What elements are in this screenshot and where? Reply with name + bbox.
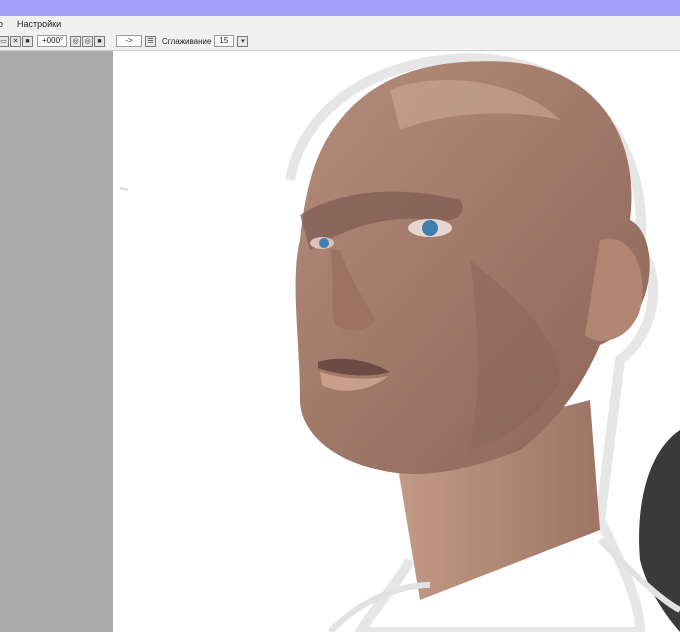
smoothing-dropdown-button[interactable]: ▾ (237, 35, 249, 47)
rotate-right-icon: ◎ (84, 37, 91, 45)
smoothing-label: Сглаживание (162, 36, 212, 46)
rotate-left-button[interactable]: ◎ (70, 35, 81, 47)
chevron-down-icon: ▾ (241, 37, 245, 45)
drawing-canvas[interactable] (113, 51, 680, 632)
fit-icon: ✕ (12, 37, 19, 45)
menu-item-partial[interactable]: о (0, 16, 9, 32)
actual-size-button[interactable]: ■ (22, 35, 33, 47)
window-titlebar (0, 0, 680, 16)
rotate-right-button[interactable]: ◎ (82, 35, 93, 47)
flip-icon: ▭ (0, 37, 7, 45)
stray-mark (119, 187, 129, 191)
toolbar: ▭ ✕ ■ +000° ◎ ◎ ■ -> ☰ Сглаживание 15 ▾ (0, 32, 680, 51)
menu-item-settings[interactable]: Настройки (17, 16, 67, 32)
square-icon: ■ (25, 37, 30, 45)
menu-bar: о Настройки (0, 16, 680, 32)
arrow-field[interactable]: -> (116, 35, 142, 47)
lines-icon: ☰ (147, 37, 154, 45)
reset-icon: ■ (97, 37, 102, 45)
rotate-left-icon: ◎ (72, 37, 79, 45)
left-panel (0, 51, 113, 632)
smoothing-field[interactable]: 15 (214, 35, 235, 47)
fit-button[interactable]: ✕ (10, 35, 21, 47)
painting (119, 52, 680, 632)
stabilizer-button[interactable]: ☰ (145, 35, 156, 47)
rotation-field[interactable]: +000° (37, 35, 67, 47)
left-iris (319, 238, 329, 248)
reset-rotation-button[interactable]: ■ (94, 35, 105, 47)
flip-button[interactable]: ▭ (0, 35, 9, 47)
dark-shape (639, 430, 680, 632)
right-iris (422, 220, 438, 236)
